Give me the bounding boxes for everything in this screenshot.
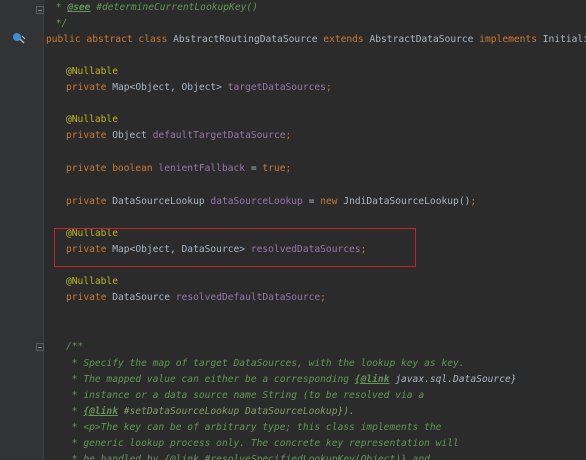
code-token: @see	[67, 2, 91, 13]
code-token: /**	[66, 341, 84, 352]
code-line: * instance or a data source name String …	[66, 388, 424, 404]
code-token: * be handled by {@link #resolveSpecified…	[66, 454, 430, 460]
code-token: resolvedDefaultDataSource	[175, 292, 321, 303]
code-token: DataSourceLookup	[112, 196, 211, 207]
editor-gutter	[0, 0, 44, 460]
code-line: /**	[66, 339, 83, 355]
code-token: Map<Object, Object>	[112, 82, 228, 93]
code-token: private	[66, 292, 113, 303]
code-token: @Nullable	[66, 66, 118, 77]
code-token: JndiDataSourceLookup()	[343, 196, 471, 207]
code-line: private DataSourceLookup dataSourceLooku…	[66, 194, 476, 210]
highlight-annotation-box	[54, 228, 416, 267]
code-line: @Nullable	[66, 64, 118, 80]
code-token: */	[50, 18, 68, 29]
code-token: =	[250, 163, 263, 174]
code-token: AbstractRoutingDataSource	[173, 34, 324, 45]
code-token: #setDataSourceLookup DataSourceLookup}).	[117, 406, 355, 417]
code-token: * generic lookup process only. The concr…	[66, 438, 459, 449]
code-line: private boolean lenientFallback = true;	[66, 161, 291, 177]
implements-marker-icon[interactable]	[12, 32, 26, 44]
code-token: * The mapped value can either be a corre…	[66, 374, 355, 385]
code-token: true;	[262, 163, 292, 174]
code-line: private Object defaultTargetDataSource;	[66, 128, 291, 144]
code-token: defaultTargetDataSource	[152, 130, 286, 141]
code-token: targetDataSources	[227, 82, 326, 93]
code-token: *	[66, 406, 84, 417]
code-token: ;	[320, 292, 326, 303]
code-token: *	[50, 2, 68, 13]
code-token: {@link	[83, 406, 118, 417]
code-token: private	[66, 196, 113, 207]
code-line: * <p>The key can be of arbitrary type; t…	[66, 420, 442, 436]
code-line: public abstract class AbstractRoutingDat…	[46, 32, 586, 48]
code-token: =	[308, 196, 321, 207]
code-token: ;	[285, 130, 292, 141]
code-editor[interactable]: * @see #determineCurrentLookupKey() */ p…	[0, 0, 586, 460]
code-token: @Nullable	[66, 276, 118, 287]
code-token: InitializingBean {	[542, 34, 586, 45]
code-line: * @see #determineCurrentLookupKey()	[50, 0, 258, 16]
code-token: * <p>The key can be of arbitrary type; t…	[66, 422, 442, 433]
code-token: * Specify the map of target DataSources,…	[66, 358, 465, 369]
code-token: {@link	[354, 374, 390, 385]
code-token: new	[320, 196, 344, 207]
code-line: * be handled by {@link #resolveSpecified…	[66, 452, 430, 460]
code-line: @Nullable	[66, 274, 118, 290]
fold-marker-icon[interactable]	[36, 6, 44, 14]
code-token: @Nullable	[66, 114, 118, 125]
code-token: public abstract class	[46, 34, 174, 45]
code-token: ;	[325, 82, 332, 93]
code-token: lenientFallback	[158, 163, 251, 174]
code-line: private Map<Object, Object> targetDataSo…	[66, 80, 332, 96]
code-line: private DataSource resolvedDefaultDataSo…	[66, 290, 326, 306]
code-token: * instance or a data source name String …	[66, 390, 425, 401]
code-token: javax.sql.DataSource}	[389, 374, 517, 385]
code-token: ;	[470, 196, 477, 207]
code-line: @Nullable	[66, 112, 118, 128]
code-token: #determineCurrentLookupKey()	[90, 2, 258, 13]
code-token: AbstractDataSource	[369, 34, 480, 45]
code-line: * {@link #setDataSourceLookup DataSource…	[66, 404, 355, 420]
code-line: * The mapped value can either be a corre…	[66, 372, 517, 388]
code-line: */	[50, 16, 68, 32]
code-token: dataSourceLookup	[210, 196, 309, 207]
code-token: extends	[323, 34, 370, 45]
code-token: Object	[112, 130, 153, 141]
code-token: DataSource	[112, 292, 176, 303]
fold-marker-icon[interactable]	[36, 343, 44, 351]
code-line: * generic lookup process only. The concr…	[66, 436, 459, 452]
code-token: implements	[479, 34, 543, 45]
code-token: private	[66, 82, 113, 93]
code-token: private	[66, 130, 113, 141]
code-line: * Specify the map of target DataSources,…	[66, 356, 465, 372]
code-token: private boolean	[66, 163, 159, 174]
